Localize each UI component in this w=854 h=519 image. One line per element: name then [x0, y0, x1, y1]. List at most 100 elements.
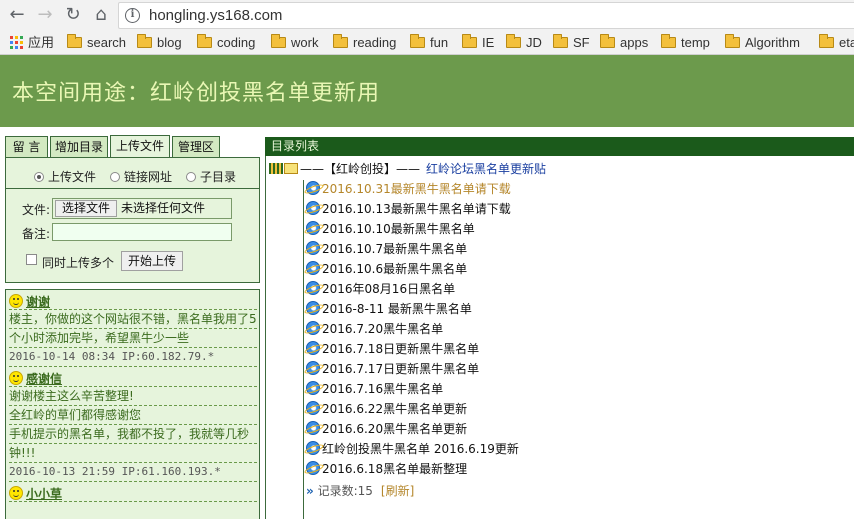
bookmark-search[interactable]: search — [67, 34, 126, 51]
file-item[interactable]: 2016.10.10最新黑牛黑名单 — [306, 220, 475, 238]
message-item: 谢谢 楼主，你做的这个网站很不错，黑名单我用了5 个小时添加完毕，希望黑牛少一些… — [9, 290, 257, 367]
bookmark-ie[interactable]: IE — [462, 34, 494, 51]
bookmark-fun[interactable]: fun — [410, 34, 448, 51]
file-item-label[interactable]: 2016.7.16黑牛黑名单 — [322, 382, 443, 396]
tab-add-directory[interactable]: 增加目录 — [50, 136, 108, 157]
file-item[interactable]: 2016年08月16日黑名单 — [306, 280, 455, 298]
info-icon[interactable]: i — [125, 8, 140, 23]
category-row[interactable]: ——【红岭创投】—— 红岭论坛黑名单更新贴 — [269, 160, 546, 178]
file-item[interactable]: 2016.10.13最新黑牛黑名单请下载 — [306, 200, 511, 218]
file-item[interactable]: 2016.6.20黑牛黑名单更新 — [306, 420, 467, 438]
file-item-label[interactable]: 2016.6.22黑牛黑名单更新 — [322, 402, 467, 416]
file-item[interactable]: 2016.10.31最新黑牛黑名单请下载 — [306, 180, 511, 198]
file-item[interactable]: 2016.10.6最新黑牛黑名单 — [306, 260, 467, 278]
message-author[interactable]: 谢谢 — [26, 295, 50, 309]
bookmark-label: blog — [157, 35, 182, 50]
smiley-icon — [9, 486, 23, 500]
radio-label: 上传文件 — [48, 170, 97, 184]
folder-icon — [410, 34, 425, 48]
message-author[interactable]: 小小草 — [26, 487, 62, 501]
message-header: 感谢信 — [9, 367, 257, 387]
smiley-icon — [9, 371, 23, 385]
radio-link-url[interactable]: 链接网址 — [110, 168, 172, 185]
url-text[interactable]: hongling.ys168.com — [149, 7, 282, 24]
file-item[interactable]: 红岭创投黑牛黑名单 2016.6.19更新 — [306, 440, 519, 458]
bookmark-apps[interactable]: 应用 — [10, 35, 54, 51]
file-item-label[interactable]: 2016.6.20黑牛黑名单更新 — [322, 422, 467, 436]
tab-admin[interactable]: 管理区 — [172, 136, 220, 157]
file-item-label[interactable]: 2016.10.13最新黑牛黑名单请下载 — [322, 202, 511, 216]
radio-icon[interactable] — [110, 172, 120, 182]
message-text: 个小时添加完毕，希望黑牛少一些 — [9, 329, 257, 348]
directory-panel: 目录列表 ——【红岭创投】—— 红岭论坛黑名单更新贴 2016.10.31最新黑牛… — [265, 137, 854, 519]
expand-toggle-icon[interactable] — [269, 163, 283, 174]
address-bar[interactable]: i hongling.ys168.com — [118, 2, 854, 29]
file-item-label[interactable]: 2016.10.6最新黑牛黑名单 — [322, 262, 467, 276]
ie-link-icon — [306, 201, 320, 215]
bookmark-reading[interactable]: reading — [333, 34, 396, 51]
message-text: 楼主，你做的这个网站很不错，黑名单我用了5 — [9, 310, 257, 329]
file-item[interactable]: 2016.7.20黑牛黑名单 — [306, 320, 443, 338]
file-item[interactable]: 2016.7.16黑牛黑名单 — [306, 380, 443, 398]
category-name[interactable]: ——【红岭创投】—— — [300, 162, 420, 176]
message-meta: 2016-10-13 21:59 IP:61.160.193.* — [9, 463, 257, 482]
message-text: 钟!!! — [9, 444, 257, 463]
upload-panel: 上传文件 链接网址 子目录 文件: 选择文件 未选择任何文件 备注: 同时上传多… — [5, 157, 260, 283]
start-upload-button[interactable]: 开始上传 — [121, 251, 184, 271]
ie-link-icon — [306, 401, 320, 415]
file-item-label[interactable]: 2016年08月16日黑名单 — [322, 282, 455, 296]
choose-file-button[interactable]: 选择文件 — [55, 200, 118, 217]
file-item-label[interactable]: 2016.7.18日更新黑牛黑名单 — [322, 342, 479, 356]
bookmark-temp[interactable]: temp — [661, 34, 710, 51]
file-item[interactable]: 2016.6.22黑牛黑名单更新 — [306, 400, 467, 418]
ie-link-icon — [306, 321, 320, 335]
tab-upload-file[interactable]: 上传文件 — [110, 135, 170, 157]
back-arrow-icon[interactable]: ← — [6, 4, 28, 26]
bookmark-work[interactable]: work — [271, 34, 318, 51]
message-author[interactable]: 感谢信 — [26, 372, 62, 386]
radio-subdirectory[interactable]: 子目录 — [186, 168, 236, 185]
radio-checked-icon[interactable] — [34, 172, 44, 182]
directory-body: ——【红岭创投】—— 红岭论坛黑名单更新贴 2016.10.31最新黑牛黑名单请下… — [265, 156, 854, 519]
file-item-label[interactable]: 2016.7.17日更新黑牛黑名单 — [322, 362, 479, 376]
ie-link-icon — [306, 461, 320, 475]
file-item-label[interactable]: 红岭创投黑牛黑名单 2016.6.19更新 — [322, 442, 519, 456]
refresh-link[interactable]: [刷新] — [381, 484, 414, 498]
file-item-label[interactable]: 2016.10.31最新黑牛黑名单请下载 — [322, 182, 511, 196]
file-item-label[interactable]: 2016.10.7最新黑牛黑名单 — [322, 242, 467, 256]
panel-divider — [6, 188, 259, 189]
bookmark-algorithm[interactable]: Algorithm — [725, 34, 800, 51]
file-item[interactable]: 2016.7.17日更新黑牛黑名单 — [306, 360, 479, 378]
home-icon[interactable]: ⌂ — [90, 4, 112, 26]
radio-icon[interactable] — [186, 172, 196, 182]
reload-icon[interactable]: ↻ — [62, 4, 84, 26]
category-description[interactable]: 红岭论坛黑名单更新贴 — [426, 162, 546, 176]
tab-message[interactable]: 留 言 — [5, 136, 48, 157]
file-input[interactable]: 选择文件 未选择任何文件 — [52, 198, 232, 219]
bookmark-sf[interactable]: SF — [553, 34, 590, 51]
file-item[interactable]: 2016.7.18日更新黑牛黑名单 — [306, 340, 479, 358]
multi-upload-checkbox[interactable] — [26, 254, 37, 265]
file-item-label[interactable]: 2016-8-11 最新黑牛黑名单 — [322, 302, 472, 316]
bookmark-blog[interactable]: blog — [137, 34, 182, 51]
file-item[interactable]: 2016.6.18黑名单最新整理 — [306, 460, 467, 478]
radio-label: 链接网址 — [124, 170, 173, 184]
apps-grid-icon — [10, 36, 23, 49]
bookmark-apps-folder[interactable]: apps — [600, 34, 648, 51]
forward-arrow-icon[interactable]: → — [34, 4, 56, 26]
file-item[interactable]: 2016-8-11 最新黑牛黑名单 — [306, 300, 472, 318]
bookmark-coding[interactable]: coding — [197, 34, 255, 51]
file-item-label[interactable]: 2016.6.18黑名单最新整理 — [322, 462, 467, 476]
bookmark-jd[interactable]: JD — [506, 34, 542, 51]
bookmark-eta[interactable]: eta — [819, 34, 854, 51]
folder-icon — [137, 34, 152, 48]
file-item-label[interactable]: 2016.10.10最新黑牛黑名单 — [322, 222, 475, 236]
file-item-label[interactable]: 2016.7.20黑牛黑名单 — [322, 322, 443, 336]
note-input[interactable] — [52, 223, 232, 241]
message-header: 谢谢 — [9, 290, 257, 310]
bookmarks-bar: 应用 search blog coding work reading fun I… — [0, 31, 854, 55]
message-text: 手机提示的黑名单，我都不投了，我就等几秒 — [9, 425, 257, 444]
radio-upload-file[interactable]: 上传文件 — [34, 168, 96, 185]
ie-link-icon — [306, 441, 320, 455]
file-item[interactable]: 2016.10.7最新黑牛黑名单 — [306, 240, 467, 258]
